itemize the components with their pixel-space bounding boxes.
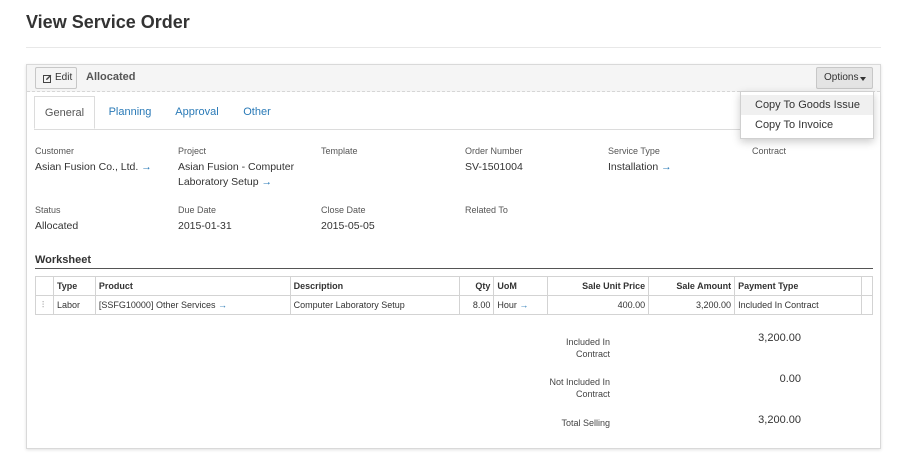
product-name: [SSFG10000] Other Services	[98, 300, 216, 310]
worksheet-title: Worksheet	[35, 254, 92, 266]
cell-product: [SSFG10000] Other Services →	[94, 295, 291, 315]
total-selling-value: 3,200.00	[758, 414, 801, 426]
column-header-type: Type	[52, 276, 96, 296]
column-header-qty: Qty	[459, 276, 495, 296]
drag-column-header	[35, 276, 54, 296]
project-name-line1: Asian Fusion - Computer	[178, 161, 295, 173]
included-label-line2: Contract	[575, 349, 610, 359]
status-value: Allocated	[35, 220, 79, 232]
tab-planning[interactable]: Planning	[100, 96, 160, 129]
included-in-contract-value: 3,200.00	[758, 332, 801, 344]
menu-item-copy-to-goods-issue[interactable]: Copy To Goods Issue	[741, 95, 873, 115]
total-selling-label: Total Selling	[561, 418, 610, 428]
included-in-contract-label: Included In Contract	[530, 336, 610, 360]
arrow-right-icon[interactable]: →	[661, 161, 672, 173]
edit-button-label: Edit	[55, 72, 73, 83]
close-date-value: 2015-05-05	[321, 220, 375, 232]
related-to-label: Related To	[465, 205, 508, 215]
order-number-value: SV-1501004	[465, 161, 523, 173]
contract-label: Contract	[752, 146, 787, 156]
column-header-uom: UoM	[493, 276, 549, 296]
options-menu: Copy To Goods Issue Copy To Invoice	[740, 91, 874, 139]
pencil-square-icon	[43, 74, 52, 83]
cell-payment-type: Included In Contract	[734, 295, 862, 315]
page-title: View Service Order	[26, 12, 190, 32]
tab-other[interactable]: Other	[234, 96, 280, 129]
column-header-description: Description	[289, 276, 461, 296]
cell-spacer	[860, 295, 874, 315]
due-date-value: 2015-01-31	[178, 220, 232, 232]
service-type-label: Service Type	[608, 146, 660, 156]
edit-button[interactable]: Edit	[35, 67, 77, 89]
column-header-spacer	[860, 276, 874, 296]
arrow-right-icon[interactable]: →	[261, 176, 272, 188]
options-button[interactable]: Options	[816, 67, 873, 89]
due-date-label: Due Date	[178, 205, 217, 215]
column-header-sale-unit-price: Sale Unit Price	[547, 276, 650, 296]
table-header-row: Type Product Description Qty UoM Sale Un…	[35, 276, 874, 296]
status-label: Status	[35, 205, 61, 215]
uom-name: Hour	[497, 300, 517, 310]
arrow-right-icon[interactable]: →	[218, 300, 227, 310]
caret-down-icon	[860, 77, 866, 81]
not-included-in-contract-label: Not Included In Contract	[530, 376, 610, 400]
arrow-right-icon[interactable]: →	[141, 161, 152, 173]
customer-label: Customer	[35, 146, 75, 156]
worksheet-divider	[35, 268, 873, 269]
table-row[interactable]: ⠇ Labor [SSFG10000] Other Services → Com…	[35, 295, 874, 315]
cell-uom: Hour →	[493, 295, 549, 315]
tab-general[interactable]: General	[34, 96, 95, 129]
tab-approval[interactable]: Approval	[167, 96, 227, 129]
drag-handle-icon[interactable]: ⠇	[35, 295, 54, 315]
included-label-line1: Included In	[565, 337, 610, 347]
cell-qty: 8.00	[459, 295, 495, 315]
project-label: Project	[178, 146, 207, 156]
not-included-label-line1: Not Included In	[549, 377, 610, 387]
worksheet-table: Type Product Description Qty UoM Sale Un…	[35, 276, 874, 315]
column-header-sale-amount: Sale Amount	[648, 276, 736, 296]
not-included-in-contract-value: 0.00	[779, 373, 801, 385]
options-button-label: Options	[824, 72, 859, 83]
cell-description: Computer Laboratory Setup	[289, 295, 461, 315]
cell-sale-amount: 3,200.00	[648, 295, 736, 315]
service-type-name: Installation	[608, 161, 659, 173]
order-status-heading: Allocated	[86, 71, 136, 83]
cell-sale-unit-price: 400.00	[547, 295, 650, 315]
service-type-value: Installation →	[608, 160, 672, 175]
title-divider	[26, 47, 881, 48]
customer-name: Asian Fusion Co., Ltd.	[35, 161, 139, 173]
order-number-label: Order Number	[465, 146, 523, 156]
arrow-right-icon[interactable]: →	[519, 300, 528, 310]
customer-value: Asian Fusion Co., Ltd. →	[35, 160, 152, 175]
project-value: Asian Fusion - Computer Laboratory Setup…	[178, 160, 294, 190]
column-header-payment-type: Payment Type	[734, 276, 862, 296]
column-header-product: Product	[94, 276, 291, 296]
panel-toolbar: Edit Allocated Options	[27, 65, 880, 92]
not-included-label-line2: Contract	[575, 389, 610, 399]
template-label: Template	[321, 146, 358, 156]
menu-item-copy-to-invoice[interactable]: Copy To Invoice	[741, 115, 873, 135]
project-name-line2: Laboratory Setup	[178, 176, 259, 188]
close-date-label: Close Date	[321, 205, 366, 215]
cell-type: Labor	[52, 295, 96, 315]
